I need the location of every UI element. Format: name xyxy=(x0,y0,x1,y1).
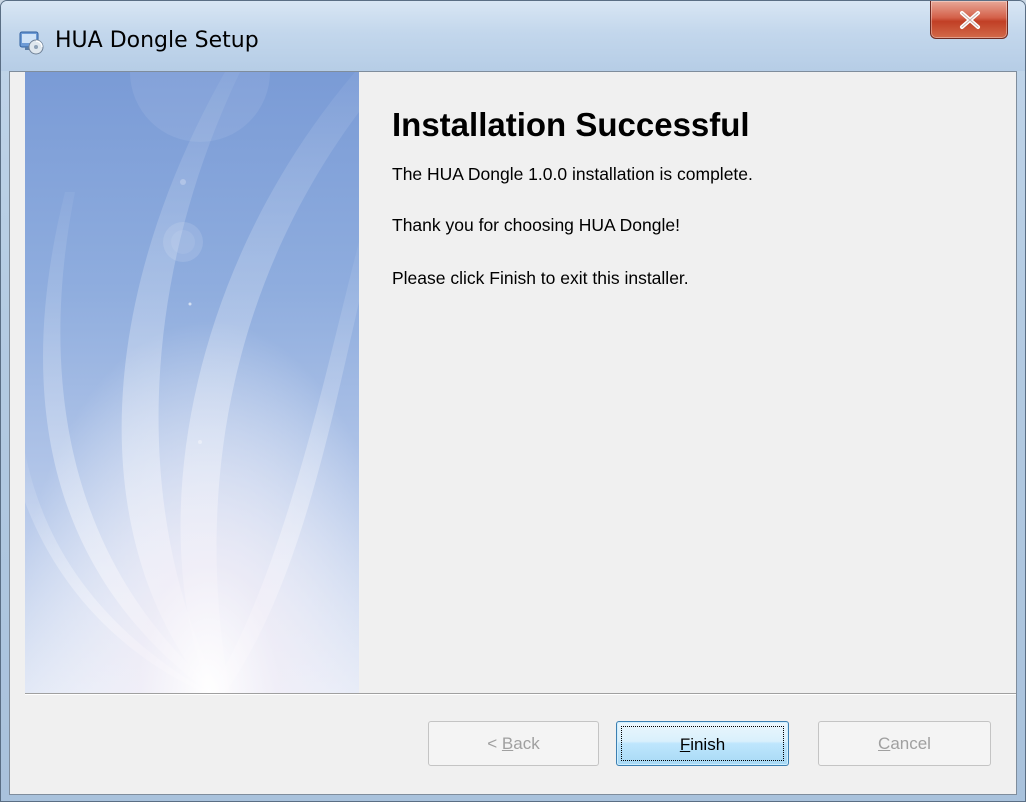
title-bar[interactable]: HUA Dongle Setup xyxy=(1,1,1025,71)
window-title: HUA Dongle Setup xyxy=(55,28,259,53)
page-heading: Installation Successful xyxy=(392,106,750,143)
content-panel: Installation Successful The HUA Dongle 1… xyxy=(359,72,1016,693)
exit-instruction: Please click Finish to exit this install… xyxy=(392,268,689,288)
cancel-button[interactable]: Cancel xyxy=(818,721,991,766)
close-button[interactable] xyxy=(930,1,1008,39)
finish-button-rest: inish xyxy=(690,735,726,754)
cancel-button-accel: C xyxy=(878,734,891,753)
setup-window: HUA Dongle Setup Installation Successful… xyxy=(0,0,1026,802)
close-icon xyxy=(960,11,980,29)
back-button-rest: ack xyxy=(513,734,540,753)
dialog-client-area: Installation Successful The HUA Dongle 1… xyxy=(9,71,1017,795)
finish-button[interactable]: Finish xyxy=(616,721,789,766)
completion-message: The HUA Dongle 1.0.0 installation is com… xyxy=(392,164,753,184)
setup-banner-image xyxy=(25,72,359,693)
cancel-button-rest: ancel xyxy=(890,734,931,753)
finish-button-focus-ring: Finish xyxy=(621,726,784,761)
installer-icon xyxy=(18,29,44,55)
back-button-prefix: < xyxy=(487,734,502,753)
finish-button-accel: F xyxy=(679,735,691,754)
back-button-accel: B xyxy=(501,734,514,753)
thank-you-message: Thank you for choosing HUA Dongle! xyxy=(392,215,680,235)
button-bar-divider xyxy=(25,693,1016,695)
back-button[interactable]: < Back xyxy=(428,721,599,766)
